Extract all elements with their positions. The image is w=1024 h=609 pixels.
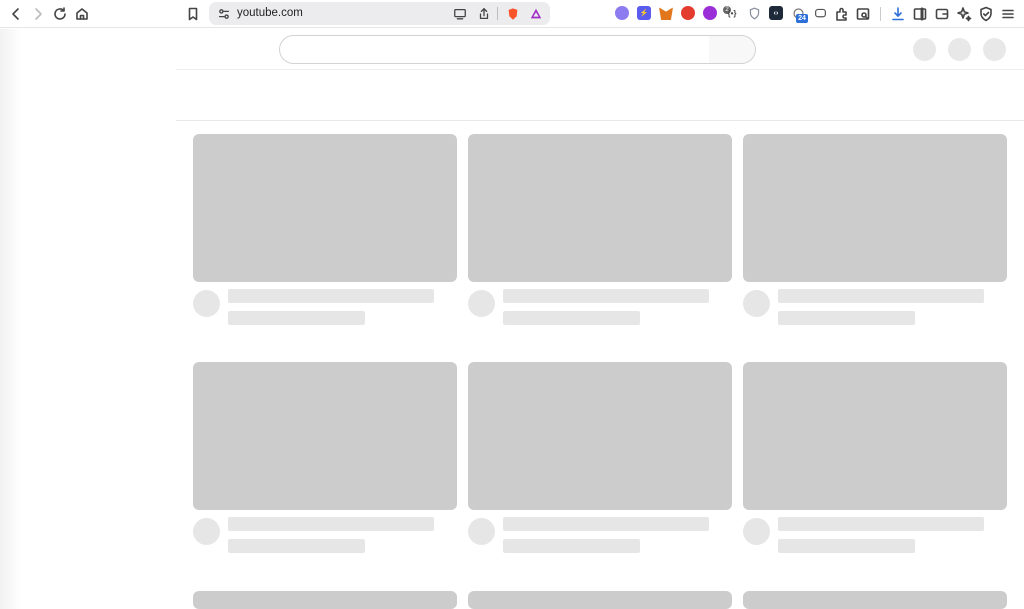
extension-count-badge: 24 [796, 14, 808, 23]
video-meta-placeholder [228, 311, 365, 325]
avatar-placeholder[interactable] [983, 38, 1006, 61]
channel-avatar-placeholder [743, 290, 770, 317]
ext-red-icon[interactable] [681, 6, 695, 20]
channel-avatar-placeholder [468, 290, 495, 317]
video-thumbnail-placeholder[interactable] [468, 134, 732, 282]
masthead-button-placeholder[interactable] [913, 38, 936, 61]
brave-shields-icon[interactable] [504, 5, 521, 22]
channel-avatar-placeholder [743, 518, 770, 545]
channel-avatar-placeholder [193, 290, 220, 317]
home-icon[interactable] [72, 4, 92, 24]
brave-rewards-icon[interactable] [527, 5, 544, 22]
video-meta-placeholder [503, 539, 640, 553]
search-input[interactable] [279, 35, 710, 64]
reload-icon[interactable] [50, 4, 70, 24]
channel-avatar-placeholder [193, 518, 220, 545]
downloads-icon[interactable] [888, 4, 908, 24]
channel-avatar-placeholder [468, 518, 495, 545]
video-title-placeholder [503, 517, 709, 531]
video-meta-placeholder [778, 539, 915, 553]
ext-shield-icon[interactable] [747, 6, 761, 20]
vpn-icon[interactable] [976, 4, 996, 24]
video-meta-placeholder [778, 311, 915, 325]
ext-purple-icon[interactable] [703, 6, 717, 20]
video-title-placeholder [228, 289, 434, 303]
video-thumbnail-placeholder[interactable] [468, 362, 732, 510]
address-bar[interactable]: youtube.com 2 [209, 2, 731, 25]
leo-ai-icon[interactable] [954, 4, 974, 24]
browser-toolbar: youtube.com 2 ⚡ {•} ‹› 24 [0, 0, 1024, 28]
ext-cloud-icon[interactable] [615, 6, 629, 20]
toolbar-divider [880, 7, 881, 21]
cast-icon[interactable] [451, 5, 468, 22]
video-title-placeholder [778, 289, 984, 303]
wallet-icon[interactable] [932, 4, 952, 24]
sidebar-skeleton [0, 29, 176, 609]
bookmark-icon[interactable] [183, 4, 203, 24]
video-title-placeholder [778, 517, 984, 531]
search-button[interactable] [709, 35, 756, 64]
sidebar-toggle-icon[interactable] [910, 4, 930, 24]
video-title-placeholder [228, 517, 434, 531]
video-thumbnail-placeholder[interactable] [468, 591, 732, 609]
ext-bolt-icon[interactable]: ⚡ [637, 6, 651, 20]
url-text: youtube.com [237, 7, 303, 19]
masthead-button-placeholder[interactable] [948, 38, 971, 61]
video-meta-placeholder [503, 311, 640, 325]
video-thumbnail-placeholder[interactable] [193, 591, 457, 609]
back-icon[interactable] [6, 4, 26, 24]
menu-icon[interactable] [998, 4, 1018, 24]
video-thumbnail-placeholder[interactable] [743, 362, 1007, 510]
video-meta-placeholder [228, 539, 365, 553]
metamask-icon[interactable] [659, 7, 673, 20]
ext-chat-icon[interactable] [813, 6, 827, 20]
omnibox-divider [497, 7, 498, 20]
video-thumbnail-placeholder[interactable] [193, 362, 457, 510]
extensions-puzzle-icon[interactable] [832, 4, 852, 24]
ext-code-icon[interactable]: ‹› [769, 6, 783, 20]
video-thumbnail-placeholder[interactable] [743, 134, 1007, 282]
reader-mode-icon[interactable] [853, 4, 873, 24]
video-thumbnail-placeholder[interactable] [743, 591, 1007, 609]
video-title-placeholder [503, 289, 709, 303]
share-icon[interactable] [475, 5, 492, 22]
video-thumbnail-placeholder[interactable] [193, 134, 457, 282]
site-settings-icon[interactable] [215, 5, 232, 22]
chip-bar-divider [176, 120, 1024, 121]
forward-icon[interactable] [28, 4, 48, 24]
ext-brackets-icon[interactable]: {•} [725, 6, 739, 20]
